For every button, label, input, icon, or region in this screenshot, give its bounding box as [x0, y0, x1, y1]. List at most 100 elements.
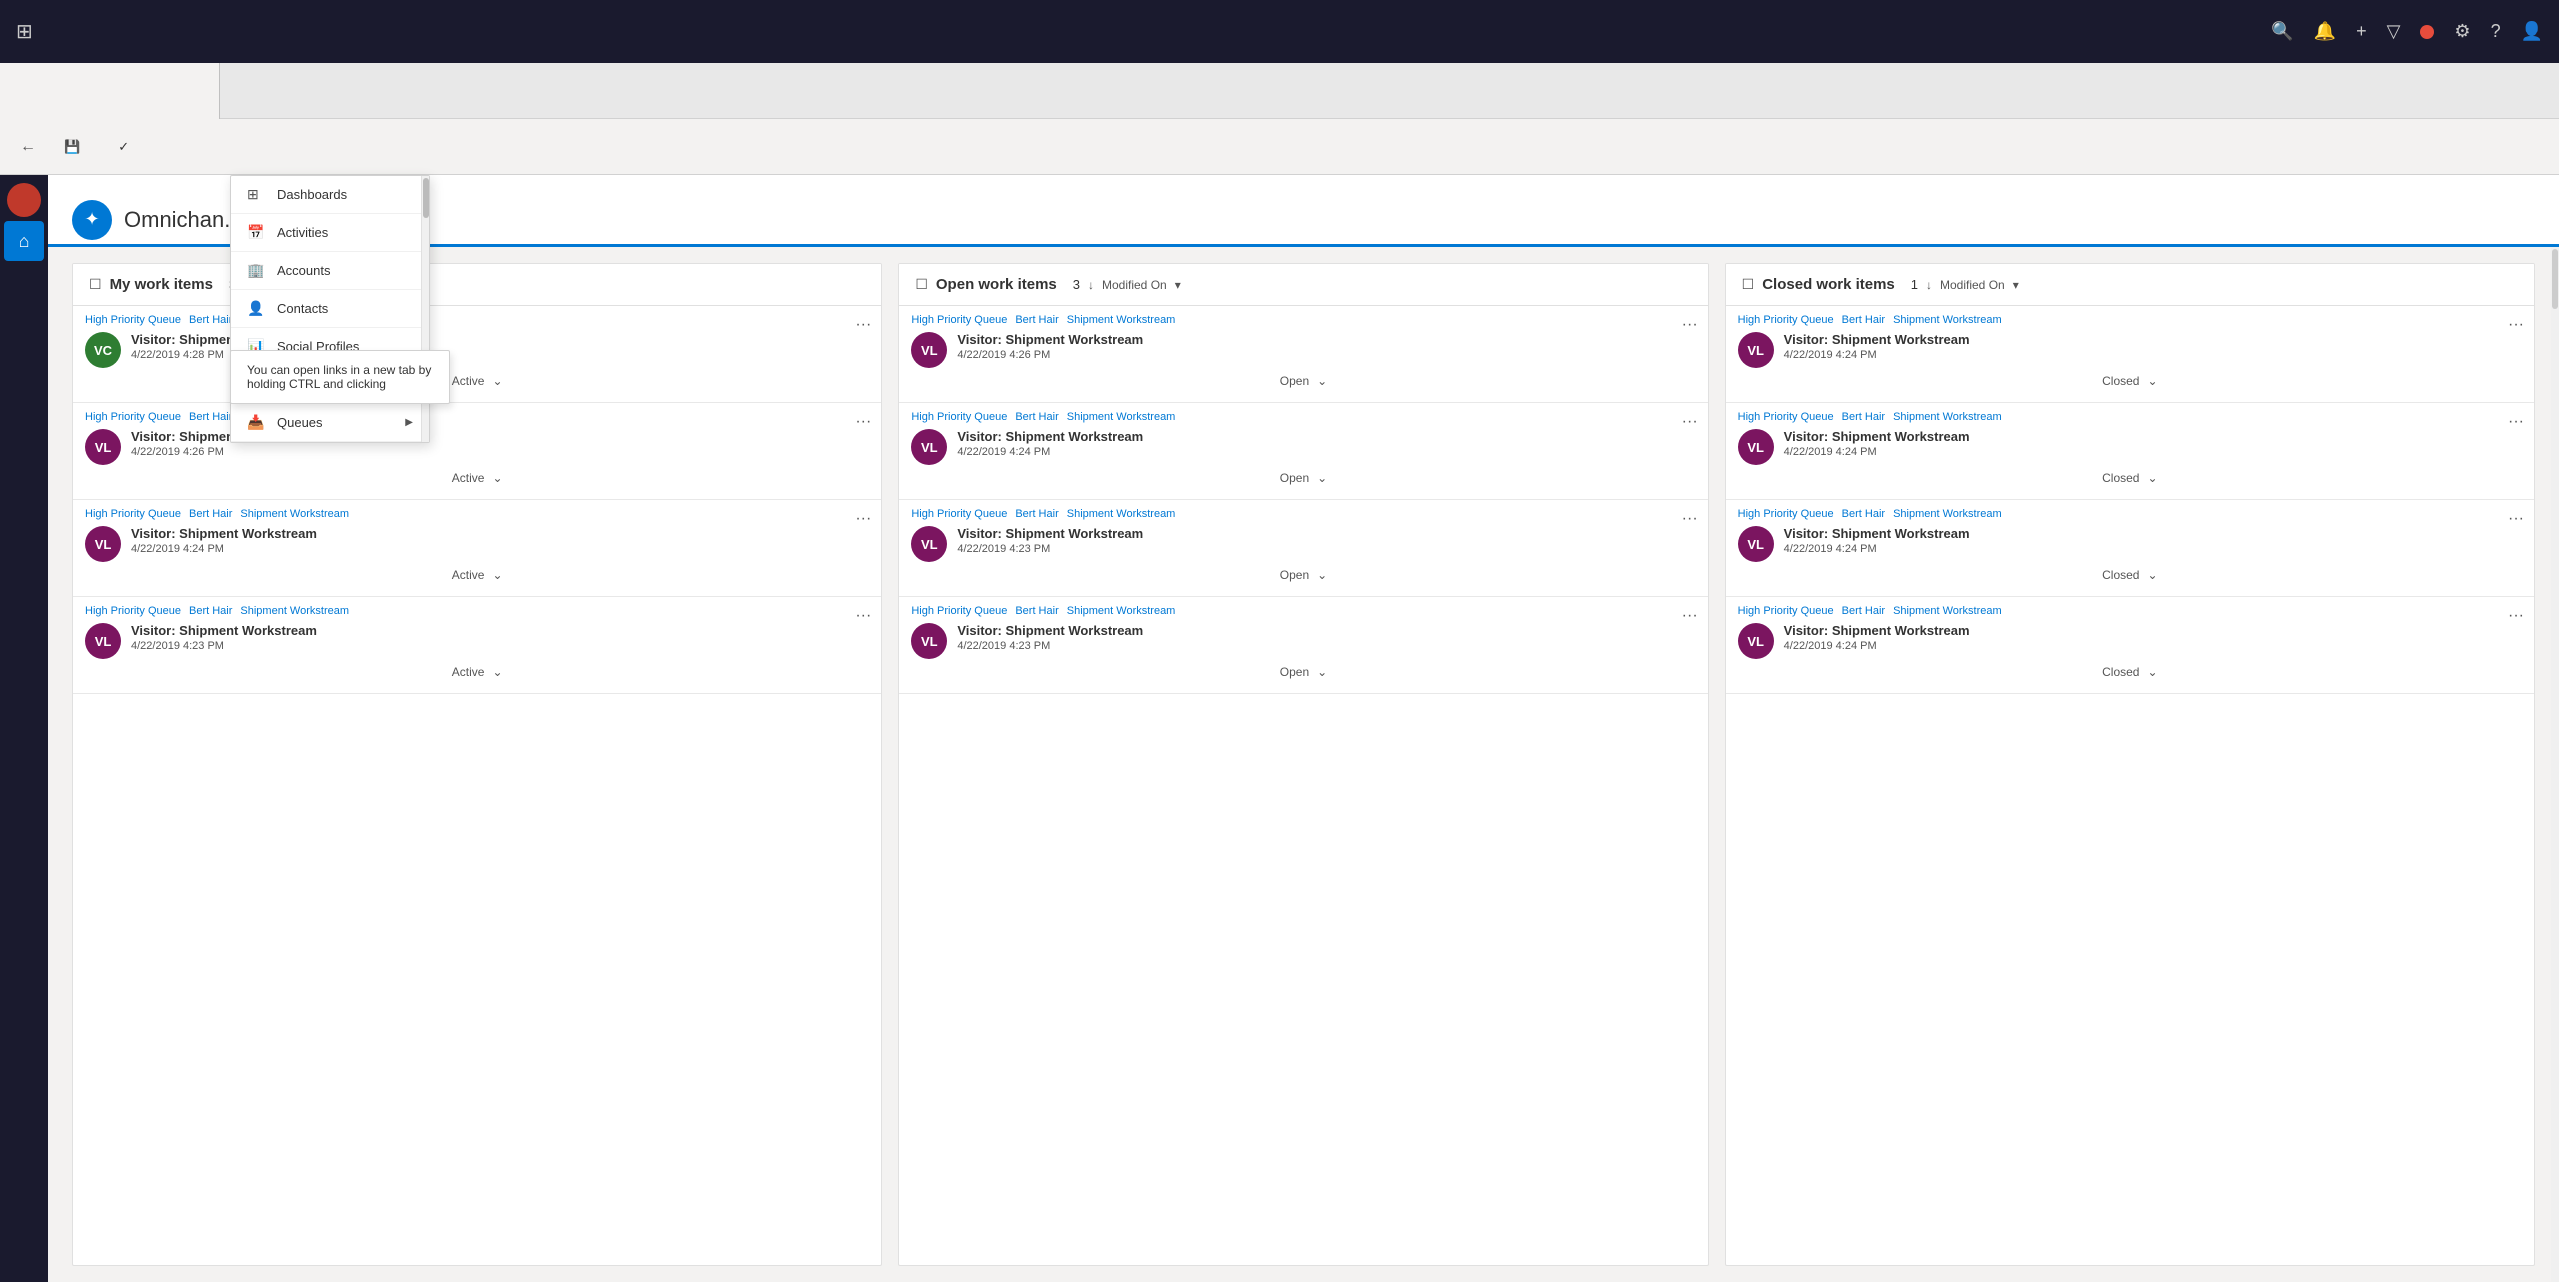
tag-0[interactable]: High Priority Queue [85, 314, 181, 326]
add-icon[interactable]: + [2356, 21, 2367, 42]
work-item-card[interactable]: High Priority QueueBert HairShipment Wor… [73, 306, 881, 403]
dropdown-item-accounts[interactable]: 🏢 Accounts [231, 252, 429, 290]
more-options-icon[interactable]: ··· [2508, 510, 2524, 528]
status-dot [2420, 25, 2434, 39]
tag-0[interactable]: High Priority Queue [1738, 508, 1834, 520]
status-chevron-icon[interactable]: ⌄ [1317, 568, 1327, 582]
set-as-default-button[interactable]: ✓ [106, 133, 147, 161]
dropdown-item-activities[interactable]: 📅 Activities [231, 214, 429, 252]
work-item-card[interactable]: High Priority QueueBert HairShipment Wor… [73, 403, 881, 500]
work-item-card[interactable]: High Priority Queue Bert Hair Shipment Wor… [1726, 403, 2534, 500]
more-options-icon[interactable]: ··· [2508, 413, 2524, 431]
work-item-body: VL Visitor: Shipment Workstream 4/22/201… [85, 623, 869, 659]
tag-2[interactable]: Shipment Workstream [1893, 314, 2002, 326]
status-chevron-icon[interactable]: ⌄ [1317, 374, 1327, 388]
tag-1[interactable]: Bert Hair [189, 605, 232, 617]
more-options-icon[interactable]: ··· [1682, 510, 1698, 528]
status-chevron-icon[interactable]: ⌄ [492, 568, 502, 582]
more-options-icon[interactable]: ··· [855, 510, 871, 528]
more-options-icon[interactable]: ··· [855, 316, 871, 334]
tab-omnichannel[interactable] [0, 63, 220, 119]
tag-1[interactable]: Bert Hair [189, 508, 232, 520]
more-options-icon[interactable]: ··· [1682, 316, 1698, 334]
tag-2[interactable]: Shipment Workstream [1893, 508, 2002, 520]
tag-0[interactable]: High Priority Queue [1738, 411, 1834, 423]
status-chevron-icon[interactable]: ⌄ [2147, 374, 2157, 388]
work-item-card[interactable]: High Priority Queue Bert Hair Shipment Wor… [899, 306, 1707, 403]
tag-0[interactable]: High Priority Queue [911, 508, 1007, 520]
tag-2[interactable]: Shipment Workstream [1067, 508, 1176, 520]
status-chevron-icon[interactable]: ⌄ [1317, 665, 1327, 679]
filter-icon[interactable]: ▽ [2387, 21, 2401, 42]
more-options-icon[interactable]: ··· [1682, 413, 1698, 431]
tag-2[interactable]: Shipment Workstream [1067, 411, 1176, 423]
work-item-card[interactable]: High Priority Queue Bert Hair Shipment Wor… [1726, 500, 2534, 597]
status-chevron-icon[interactable]: ⌄ [2147, 471, 2157, 485]
more-options-icon[interactable]: ··· [1682, 607, 1698, 625]
more-options-icon[interactable]: ··· [2508, 607, 2524, 625]
tag-0[interactable]: High Priority Queue [911, 605, 1007, 617]
tag-2[interactable]: Shipment Workstream [240, 605, 349, 617]
work-item-card[interactable]: High Priority Queue Bert Hair Shipment Wor… [899, 403, 1707, 500]
back-arrow[interactable]: ← [12, 131, 44, 163]
dropdown-item-dashboards[interactable]: ⊞ Dashboards [231, 176, 429, 214]
tag-1[interactable]: Bert Hair [1842, 508, 1885, 520]
sidebar-home-icon[interactable]: ⌂ [4, 221, 44, 261]
tag-2[interactable]: Shipment Workstream [1893, 605, 2002, 617]
tag-0[interactable]: High Priority Queue [85, 508, 181, 520]
more-options-icon[interactable]: ··· [855, 413, 871, 431]
tag-0[interactable]: High Priority Queue [1738, 314, 1834, 326]
work-item-card[interactable]: High Priority Queue Bert Hair Shipment Wor… [899, 597, 1707, 694]
tag-2[interactable]: Shipment Workstream [1067, 314, 1176, 326]
sidebar-avatar[interactable] [7, 183, 41, 217]
work-item-card[interactable]: High Priority Queue Bert Hair Shipment Wor… [1726, 597, 2534, 694]
grid-icon[interactable]: ⊞ [16, 19, 33, 44]
tag-1[interactable]: Bert Hair [189, 411, 232, 423]
sort-chevron-icon[interactable]: ▾ [1175, 278, 1181, 292]
tag-0[interactable]: High Priority Queue [85, 605, 181, 617]
right-scrollbar[interactable] [2551, 247, 2559, 1282]
tag-2[interactable]: Shipment Workstream [1893, 411, 2002, 423]
tag-1[interactable]: Bert Hair [1842, 314, 1885, 326]
status-chevron-icon[interactable]: ⌄ [492, 665, 502, 679]
tab-add-button[interactable] [224, 71, 264, 111]
tag-1[interactable]: Bert Hair [189, 314, 232, 326]
tag-0[interactable]: High Priority Queue [911, 411, 1007, 423]
tag-1[interactable]: Bert Hair [1842, 605, 1885, 617]
work-item-card[interactable]: High Priority Queue Bert Hair Shipment Wor… [73, 597, 881, 694]
work-item-card[interactable]: High Priority Queue Bert Hair Shipment Wor… [73, 500, 881, 597]
tag-1[interactable]: Bert Hair [1015, 605, 1058, 617]
sort-chevron-icon[interactable]: ▾ [2013, 278, 2019, 292]
tag-0[interactable]: High Priority Queue [911, 314, 1007, 326]
search-icon[interactable]: 🔍 [2271, 21, 2293, 42]
save-as-button[interactable]: 💾 [52, 133, 98, 161]
more-options-icon[interactable]: ··· [2508, 316, 2524, 334]
tag-0[interactable]: High Priority Queue [85, 411, 181, 423]
tag-1[interactable]: Bert Hair [1842, 411, 1885, 423]
tag-2[interactable]: Shipment Workstream [240, 508, 349, 520]
work-item-card[interactable]: High Priority Queue Bert Hair Shipment Wor… [899, 500, 1707, 597]
tag-2[interactable]: Shipment Workstream [1067, 605, 1176, 617]
help-icon[interactable]: ? [2491, 21, 2501, 42]
user-icon[interactable]: 👤 [2521, 21, 2543, 42]
more-options-icon[interactable]: ··· [855, 607, 871, 625]
work-item-card[interactable]: High Priority Queue Bert Hair Shipment Wor… [1726, 306, 2534, 403]
tag-1[interactable]: Bert Hair [1015, 314, 1058, 326]
status-chevron-icon[interactable]: ⌄ [2147, 568, 2157, 582]
tag-0[interactable]: High Priority Queue [1738, 605, 1834, 617]
status-chevron-icon[interactable]: ⌄ [1317, 471, 1327, 485]
dropdown-item-contacts[interactable]: 👤 Contacts [231, 290, 429, 328]
status-chevron-icon[interactable]: ⌄ [492, 471, 502, 485]
notification-icon[interactable]: 🔔 [2314, 21, 2336, 42]
tag-1[interactable]: Bert Hair [1015, 411, 1058, 423]
dropdown-item-queues[interactable]: 📥 Queues ▶ [231, 404, 429, 442]
settings-icon[interactable]: ⚙ [2454, 21, 2470, 42]
work-item-date: 4/22/2019 4:24 PM [957, 446, 1695, 458]
tag-1[interactable]: Bert Hair [1015, 508, 1058, 520]
sort-icon[interactable]: ↓ [1088, 278, 1094, 292]
my-work-header: ☐ My work items 38 ↓ Modified On ▾ [73, 264, 881, 306]
status-chevron-icon[interactable]: ⌄ [492, 374, 502, 388]
top-nav: ⊞ 🔍 🔔 + ▽ ⚙ ? 👤 [0, 0, 2559, 63]
sort-icon[interactable]: ↓ [1926, 278, 1932, 292]
status-chevron-icon[interactable]: ⌄ [2147, 665, 2157, 679]
